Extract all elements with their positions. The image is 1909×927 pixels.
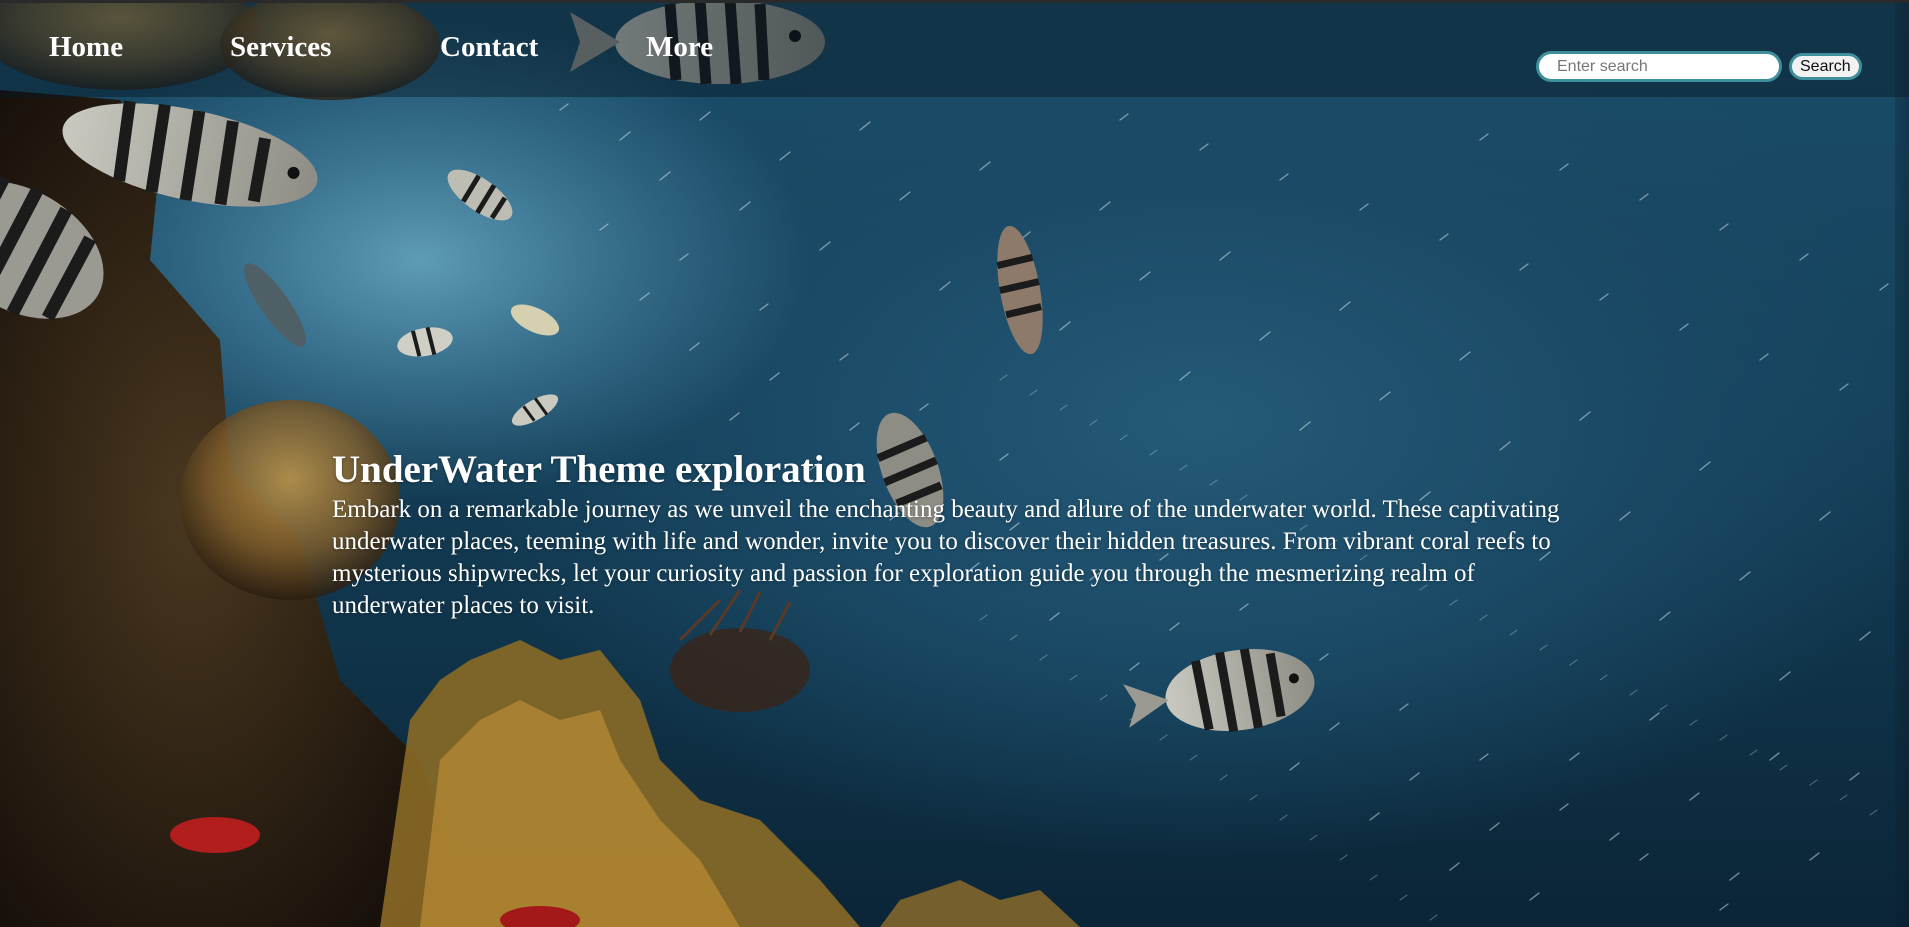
small-fish-2 xyxy=(447,169,513,221)
small-fish-4 xyxy=(244,263,306,347)
nav-link-services[interactable]: Services xyxy=(230,31,440,64)
nav-links: Home Services Contact More xyxy=(49,31,746,64)
hero-section: UnderWater Theme exploration Embark on a… xyxy=(332,446,1572,622)
coral-bottom-right xyxy=(880,880,1080,927)
search-input[interactable] xyxy=(1536,51,1782,82)
search-button[interactable]: Search xyxy=(1789,53,1862,80)
striped-fish-vertical xyxy=(996,225,1043,355)
search-form: Search xyxy=(1536,51,1862,82)
small-fish-5 xyxy=(511,394,559,426)
striped-fish-mid xyxy=(1123,648,1315,733)
hero-description: Embark on a remarkable journey as we unv… xyxy=(332,496,1560,619)
small-fish-3 xyxy=(510,304,560,336)
page: Home Services Contact More Search UnderW… xyxy=(0,0,1909,927)
page-scrollbar[interactable] xyxy=(1895,0,1909,927)
hero-title: UnderWater Theme exploration xyxy=(332,448,866,491)
top-navigation-bar: Home Services Contact More Search xyxy=(0,3,1909,97)
red-fish xyxy=(170,817,260,853)
nav-link-more[interactable]: More xyxy=(646,31,746,64)
nav-link-contact[interactable]: Contact xyxy=(440,31,646,64)
nav-link-home[interactable]: Home xyxy=(49,31,230,64)
small-fish-1 xyxy=(397,326,453,357)
window-top-edge xyxy=(0,0,1909,3)
